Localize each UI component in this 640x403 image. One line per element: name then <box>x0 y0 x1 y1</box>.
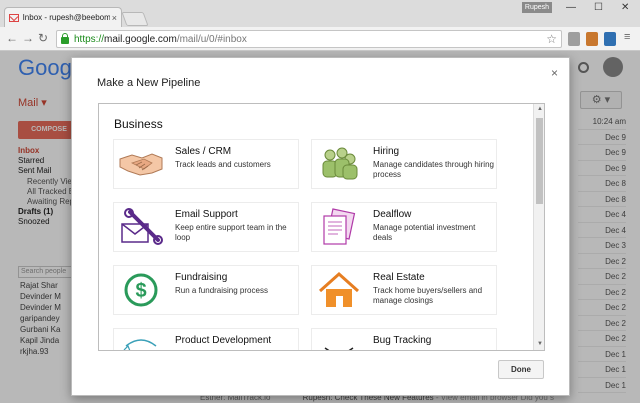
gmail-favicon-icon <box>9 13 19 22</box>
card-title: Email Support <box>175 209 238 220</box>
pipeline-templates-panel: Business Sales / CRM Track leads and cus… <box>98 103 545 351</box>
maximize-icon[interactable]: ☐ <box>594 2 603 13</box>
template-card-dealflow[interactable]: Dealflow Manage potential investment dea… <box>311 202 497 252</box>
chrome-menu-icon[interactable]: ≡ <box>624 31 630 43</box>
house-icon <box>316 271 362 309</box>
card-title: Sales / CRM <box>175 146 232 157</box>
browser-tab-inbox[interactable]: Inbox - rupesh@beebom.c × <box>4 7 122 27</box>
card-title: Dealflow <box>373 209 412 220</box>
back-icon[interactable]: ← <box>6 31 18 45</box>
scroll-up-icon[interactable]: ▲ <box>537 106 543 112</box>
template-card-real-estate[interactable]: Real Estate Track home buyers/sellers an… <box>311 265 497 315</box>
scrollbar-thumb[interactable] <box>536 118 543 204</box>
reload-icon[interactable]: ↻ <box>38 31 48 45</box>
card-title: Product Development <box>175 335 272 346</box>
bookmark-star-icon[interactable]: ☆ <box>546 32 557 46</box>
envelope-wrench-icon <box>118 208 164 246</box>
handshake-icon <box>118 145 164 183</box>
card-description: Run a fundraising process <box>175 286 268 295</box>
card-description: Manage candidates through hiring process <box>373 160 494 179</box>
documents-icon <box>316 208 362 246</box>
template-card-hiring[interactable]: Hiring Manage candidates through hiring … <box>311 139 497 189</box>
card-title: Bug Tracking <box>373 335 432 346</box>
card-title: Hiring <box>373 146 400 157</box>
done-button[interactable]: Done <box>498 360 544 379</box>
template-card-email-support[interactable]: Email Support Keep entire support team i… <box>113 202 299 252</box>
tab-title: Inbox - rupesh@beebom.c <box>22 13 110 22</box>
people-icon <box>316 145 362 183</box>
card-description: Track leads and customers <box>175 160 271 169</box>
panel-scrollbar[interactable]: ▲ ▼ <box>533 104 544 350</box>
address-toolbar: ← → ↻ https:// mail.google.com /mail/u/0… <box>0 27 640 51</box>
close-icon[interactable]: × <box>551 66 558 80</box>
browser-tabbar: Inbox - rupesh@beebom.c × Rupesh — ☐ ✕ <box>0 0 640 27</box>
template-card-sales-crm[interactable]: Sales / CRM Track leads and customers <box>113 139 299 189</box>
minimize-icon[interactable]: — <box>566 2 576 13</box>
dollar-icon: $ <box>118 271 164 309</box>
extension-shield-icon[interactable] <box>568 32 580 46</box>
new-tab-button[interactable] <box>121 12 149 26</box>
template-card-bug-tracking[interactable]: Bug Tracking <box>311 328 497 350</box>
extension-user-icon[interactable] <box>604 32 616 46</box>
close-window-icon[interactable]: ✕ <box>621 2 629 13</box>
new-pipeline-dialog: Make a New Pipeline × Business Sales / C… <box>71 57 570 396</box>
bug-icon <box>316 334 362 350</box>
profile-chip[interactable]: Rupesh <box>522 2 552 13</box>
tab-close-icon[interactable]: × <box>112 13 117 23</box>
card-title: Fundraising <box>175 272 228 283</box>
forward-icon[interactable]: → <box>22 31 34 45</box>
product-cycle-icon <box>118 334 164 350</box>
dialog-title: Make a New Pipeline <box>97 77 201 89</box>
card-description: Track home buyers/sellers and manage clo… <box>373 286 483 305</box>
url-bar[interactable]: https:// mail.google.com /mail/u/0/#inbo… <box>56 30 562 48</box>
lock-icon <box>61 33 69 44</box>
scroll-down-icon[interactable]: ▼ <box>537 341 543 347</box>
section-heading: Business <box>114 117 163 131</box>
url-scheme: https:// <box>74 33 105 45</box>
card-description: Keep entire support team in the loop <box>175 223 287 242</box>
url-path: /mail/u/0/#inbox <box>176 33 247 45</box>
extension-robot-icon[interactable] <box>586 32 598 46</box>
card-description: Manage potential investment deals <box>373 223 476 242</box>
url-host: mail.google.com <box>104 33 177 45</box>
template-card-fundraising[interactable]: $ Fundraising Run a fundraising process <box>113 265 299 315</box>
template-card-product-development[interactable]: Product Development <box>113 328 299 350</box>
card-title: Real Estate <box>373 272 425 283</box>
svg-text:$: $ <box>135 280 146 302</box>
